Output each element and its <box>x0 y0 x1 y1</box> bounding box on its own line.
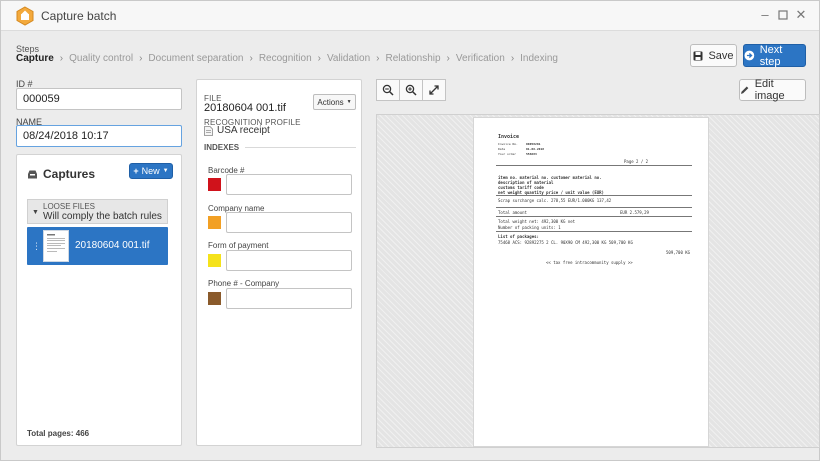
indexes-divider <box>245 147 356 148</box>
next-step-button[interactable]: Next step <box>743 43 806 68</box>
invoice-heading: Invoice <box>498 134 520 140</box>
package-total: 509,700 KG <box>666 250 691 255</box>
step-recognition[interactable]: Recognition <box>259 53 312 64</box>
total-pages: Total pages: 466 <box>27 429 90 438</box>
index-label-phone-company: Phone # - Company <box>208 279 280 288</box>
step-quality-control[interactable]: Quality control <box>69 53 133 64</box>
document-icon <box>204 125 213 136</box>
title-bar: Capture batch – ✕ <box>1 1 819 31</box>
save-label: Save <box>708 49 734 62</box>
meta-value: 01.06.2018 <box>526 147 545 151</box>
meta-key: Your order <box>498 152 517 156</box>
plus-icon: + <box>133 166 139 176</box>
meta-value: 556683 <box>526 152 537 156</box>
edit-image-label: Edit image <box>754 78 785 102</box>
zoom-in-icon <box>405 84 417 96</box>
capture-thumbnail <box>43 230 69 262</box>
caret-down-icon: ▼ <box>162 168 169 174</box>
loose-files-group[interactable]: ▼ LOOSE FILES Will comply the batch rule… <box>27 199 168 224</box>
capture-app-icon <box>16 6 34 26</box>
steps-breadcrumb: Capture › Quality control › Document sep… <box>16 53 558 64</box>
pencil-icon <box>740 86 749 94</box>
floppy-disk-icon <box>693 51 703 60</box>
chevron-right-icon: › <box>510 53 515 64</box>
index-color-form-of-payment <box>208 254 221 267</box>
step-document-separation[interactable]: Document separation <box>148 53 243 64</box>
document-footer: << tax free intracommunity supply >> <box>546 260 633 265</box>
inbox-icon <box>28 170 37 178</box>
packing-line: Number of packing units: 1 <box>498 225 561 230</box>
step-validation[interactable]: Validation <box>327 53 370 64</box>
loose-files-title: LOOSE FILES <box>43 202 96 211</box>
packages-label: List of packages: <box>498 234 539 239</box>
recognition-profile: USA receipt <box>204 125 270 136</box>
recognition-profile-value: USA receipt <box>217 125 270 136</box>
form-of-payment-field[interactable] <box>226 250 352 271</box>
next-step-label: Next step <box>759 43 783 68</box>
capture-file-name: 20180604 001.tif <box>75 240 150 251</box>
zoom-in-button[interactable] <box>399 79 423 101</box>
meta-value: 00058201 <box>526 142 541 146</box>
index-color-barcode <box>208 178 221 191</box>
step-capture[interactable]: Capture <box>16 53 54 64</box>
new-label: New <box>141 166 160 176</box>
maximize-icon[interactable] <box>775 7 791 23</box>
indexes-heading: INDEXES <box>204 143 240 152</box>
file-panel: FILE 20180604 001.tif Actions ▼ RECOGNIT… <box>196 79 362 446</box>
step-relationship[interactable]: Relationship <box>386 53 441 64</box>
phone-company-field[interactable] <box>226 288 352 309</box>
edit-image-button[interactable]: Edit image <box>739 78 806 102</box>
window-title: Capture batch <box>41 9 117 23</box>
barcode-field[interactable] <box>226 174 352 195</box>
caret-down-icon: ▼ <box>32 209 39 216</box>
fit-to-screen-button[interactable] <box>422 79 446 101</box>
meta-key: Invoice No. <box>498 142 518 146</box>
chevron-right-icon: › <box>59 53 64 64</box>
minimize-icon[interactable]: – <box>757 7 773 23</box>
chevron-right-icon: › <box>139 53 143 64</box>
item-line: Scrap surcharge calc. 278,55 EUR/1.000KG… <box>498 198 612 203</box>
meta-key: Date <box>498 147 506 151</box>
file-name: 20180604 001.tif <box>204 102 286 114</box>
total-amount-value: EUR 2.579,29 <box>620 210 649 215</box>
actions-button[interactable]: Actions ▼ <box>313 94 356 110</box>
save-button[interactable]: Save <box>690 44 737 67</box>
rule-line <box>496 216 692 217</box>
zoom-out-icon <box>382 84 394 96</box>
chevron-right-icon: › <box>317 53 321 64</box>
rule-line <box>496 207 692 208</box>
arrow-circle-right-icon <box>744 50 755 61</box>
capture-list-item[interactable]: ⋮⋮ 20180604 001.tif <box>27 227 168 265</box>
id-field[interactable]: 000059 <box>16 88 182 110</box>
loose-files-rule: Will comply the batch rules <box>43 211 162 222</box>
index-color-phone-company <box>208 292 221 305</box>
document-viewer[interactable]: Invoice Invoice No. 00058201 Date 01.06.… <box>376 114 820 448</box>
captures-panel: Captures + New ▼ ▼ LOOSE FILES Will comp… <box>16 154 182 446</box>
rule-line <box>496 231 692 232</box>
caret-down-icon: ▼ <box>346 99 352 105</box>
step-verification[interactable]: Verification <box>456 53 505 64</box>
weight-line: Total weight net: 492,300 KG net <box>498 219 576 224</box>
company-name-field[interactable] <box>226 212 352 233</box>
expand-icon <box>429 85 439 95</box>
zoom-out-button[interactable] <box>376 79 400 101</box>
new-capture-button[interactable]: + New ▼ <box>129 163 173 179</box>
captures-title: Captures <box>27 167 95 181</box>
step-indexing[interactable]: Indexing <box>520 53 558 64</box>
chevron-right-icon: › <box>446 53 450 64</box>
page-number: Page 2 / 2 <box>624 159 649 164</box>
capture-batch-window: Capture batch – ✕ Steps Capture › Qualit… <box>0 0 820 461</box>
package-line: 75468 ACS: 92892275 2 CL. 90X90 CM 492,3… <box>498 240 633 245</box>
chevron-right-icon: › <box>376 53 380 64</box>
name-field[interactable]: 08/24/2018 10:17 <box>16 125 182 147</box>
total-amount-label: Total amount <box>498 210 527 215</box>
rule-line <box>496 195 692 196</box>
document-page: Invoice Invoice No. 00058201 Date 01.06.… <box>473 117 709 447</box>
rule-line <box>496 165 692 166</box>
index-label-form-of-payment: Form of payment <box>208 241 269 250</box>
close-icon[interactable]: ✕ <box>793 7 809 23</box>
chevron-right-icon: › <box>249 53 253 64</box>
zoom-toolbar <box>376 79 448 101</box>
index-color-company-name <box>208 216 221 229</box>
